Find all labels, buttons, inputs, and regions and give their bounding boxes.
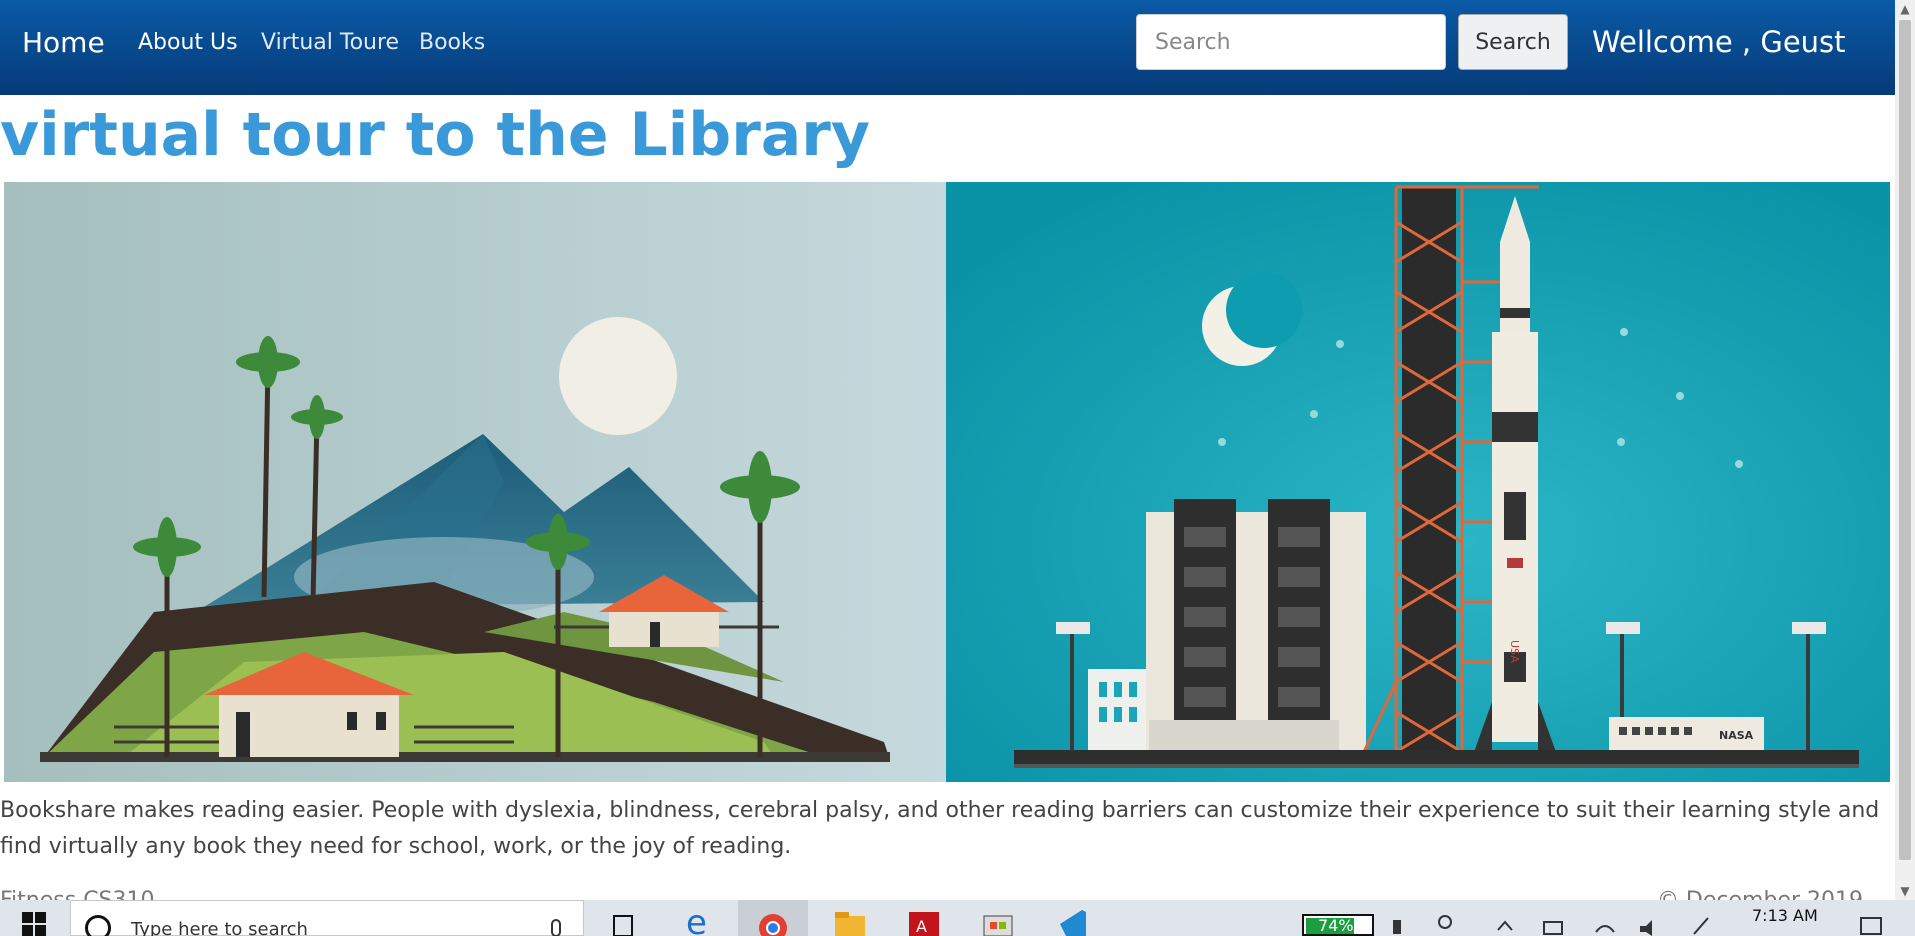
navbar: Home About Us Virtual Toure Books Search…: [0, 0, 1895, 95]
chevron-up-icon[interactable]: [1494, 900, 1516, 936]
scroll-down-arrow-icon[interactable]: ▼: [1895, 882, 1915, 900]
acrobat-icon[interactable]: A: [904, 900, 944, 936]
people-icon[interactable]: [1432, 900, 1458, 936]
scroll-up-arrow-icon[interactable]: ▲: [1895, 0, 1915, 18]
vertical-scrollbar[interactable]: ▲ ▼: [1895, 0, 1915, 900]
edge-browser-icon[interactable]: e: [680, 900, 720, 936]
chrome-icon[interactable]: [738, 900, 808, 936]
wifi-icon[interactable]: [1592, 900, 1618, 936]
svg-text:e: e: [686, 903, 707, 936]
vscode-icon[interactable]: [1052, 900, 1092, 936]
taskbar-search-box[interactable]: Type here to search: [70, 900, 584, 936]
welcome-message: Wellcome , Geust: [1592, 25, 1846, 59]
battery-percent: 74%: [1318, 916, 1354, 935]
network-icon[interactable]: [1540, 900, 1566, 936]
scroll-thumb[interactable]: [1899, 20, 1911, 860]
rocket-label: USA: [1508, 640, 1521, 663]
taskbar-search-placeholder: Type here to search: [131, 919, 308, 936]
windows-start-icon[interactable]: [18, 900, 52, 936]
page-title: virtual tour to the Library: [0, 100, 870, 170]
nav-link-about-us[interactable]: About Us: [138, 30, 238, 55]
island-scene: [4, 182, 946, 782]
nasa-label: NASA: [1719, 729, 1754, 742]
power-plug-icon: [1388, 900, 1406, 936]
file-explorer-icon[interactable]: [830, 900, 870, 936]
rocket-launch-scene: USA NASA: [946, 182, 1890, 782]
nav-link-books[interactable]: Books: [419, 30, 485, 55]
windows-taskbar: Type here to search e A 74% 7:13 AM: [0, 900, 1915, 936]
description-paragraph: Bookshare makes reading easier. People w…: [0, 798, 1880, 859]
microphone-icon[interactable]: [551, 919, 561, 936]
battery-indicator[interactable]: 74%: [1302, 900, 1374, 936]
nav-link-virtual-toure[interactable]: Virtual Toure: [261, 30, 399, 55]
search-input[interactable]: [1136, 14, 1446, 70]
pen-icon[interactable]: [1688, 900, 1714, 936]
store-icon[interactable]: [978, 900, 1018, 936]
volume-icon[interactable]: [1636, 900, 1662, 936]
clock-time[interactable]: 7:13 AM: [1752, 906, 1818, 925]
footer-right-text: © December 2019: [1657, 888, 1863, 900]
hero-illustration: USA NASA: [4, 182, 1890, 782]
task-view-icon[interactable]: [606, 900, 640, 936]
notification-icon[interactable]: [1858, 900, 1884, 936]
taskbar-search-icon: [85, 915, 111, 936]
sun-icon: [559, 317, 677, 435]
svg-text:A: A: [916, 917, 927, 936]
nav-home-link[interactable]: Home: [22, 26, 105, 59]
browser-viewport: Home About Us Virtual Toure Books Search…: [0, 0, 1895, 900]
footer-left-text: Fitness CS310: [0, 888, 155, 900]
search-button[interactable]: Search: [1458, 14, 1568, 70]
